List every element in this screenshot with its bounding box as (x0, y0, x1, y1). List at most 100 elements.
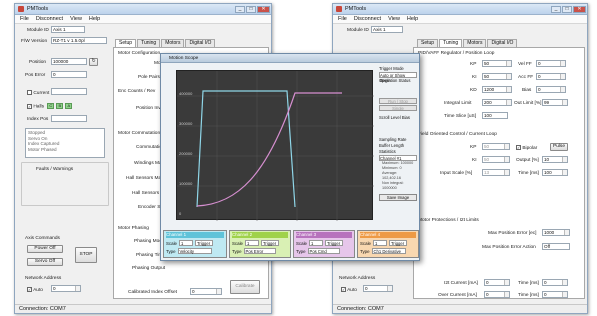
vel-ff-field[interactable]: 0 (536, 60, 566, 67)
axis-commands-label: Axis Commands (25, 236, 60, 241)
tab-tuning[interactable]: Tuning (439, 39, 463, 47)
scope-plot: 400000 300000 200000 100000 0 (176, 70, 374, 221)
scope-chart: 400000 300000 200000 100000 0 (177, 71, 374, 221)
channel-3-source[interactable]: Pos Cmd (307, 248, 340, 254)
input-scale-field[interactable]: 13 (482, 169, 510, 176)
channel-1-header: Channel 1 (166, 232, 224, 238)
left-menu-bar: File Disconnect View Help (15, 15, 271, 24)
over-current-field[interactable]: 0 (484, 291, 510, 298)
time-ms-field[interactable]: 100 (542, 169, 568, 176)
tab-motors[interactable]: Motors (463, 39, 487, 47)
channel-4-trigger[interactable]: Trigger (388, 240, 407, 246)
foc-kp-field[interactable]: 50 (482, 143, 510, 150)
halls-label: Halls (33, 104, 45, 110)
acc-ff-field[interactable]: 0 (536, 73, 566, 80)
out-limit-field[interactable]: 99 (542, 99, 568, 106)
current-checkbox[interactable]: Current (27, 90, 49, 96)
tab-motors[interactable]: Motors (161, 39, 185, 47)
hall-led-a: A (65, 103, 73, 109)
bipolar-checkbox[interactable]: ✓ Bipolar (516, 145, 537, 151)
kp-field[interactable]: 50 (482, 60, 512, 67)
index-pos-field (51, 115, 87, 122)
foc-ki-field[interactable]: 50 (482, 156, 510, 163)
time-slice-select[interactable]: 100 (482, 112, 508, 119)
minimize-icon[interactable]: _ (551, 5, 561, 13)
menu-disconnect[interactable]: Disconnect (354, 16, 381, 22)
scope-title-bar: Motion Scope (161, 54, 419, 63)
servo-off-button[interactable]: Servo Off (27, 258, 63, 266)
menu-help[interactable]: Help (89, 16, 100, 22)
channel-1-scale[interactable]: 1 (178, 240, 193, 246)
status-list: Stopped Servo On Index Captured Motor Ph… (25, 128, 105, 158)
menu-file[interactable]: File (20, 16, 29, 22)
channel-2-source[interactable]: Pos Error (243, 248, 276, 254)
network-address-field[interactable]: 0 (363, 285, 393, 292)
bipolar-label: Bipolar (522, 145, 538, 151)
max-pos-action-select[interactable]: Off (542, 243, 570, 250)
position-reset-button[interactable]: ↻ (89, 58, 98, 66)
single-button[interactable]: Single (379, 105, 417, 111)
channel-3-scale[interactable]: 1 (308, 240, 323, 246)
maximize-icon[interactable]: □ (246, 5, 256, 13)
menu-file[interactable]: File (338, 16, 347, 22)
ki-field[interactable]: 50 (482, 73, 512, 80)
run-stop-button[interactable]: Run / Stop (379, 98, 417, 104)
protections-title: Motor Protections / I2t Limits (418, 218, 479, 223)
auto-checkbox[interactable]: ✓ Auto (27, 287, 43, 293)
left-status-bar: Connection: COM7 (15, 304, 271, 313)
output-field[interactable]: 10 (542, 156, 568, 163)
channel-1-source[interactable]: Velocity (177, 248, 212, 254)
channel-2-scale[interactable]: 1 (244, 240, 259, 246)
module-id-select[interactable]: Axis 1 (371, 26, 403, 33)
bias-field[interactable]: 0 (536, 86, 566, 93)
save-image-button[interactable]: Save Image (379, 194, 417, 201)
channel-2-trigger[interactable]: Trigger (260, 240, 279, 246)
channel-2-panel: Channel 2 Scale 1 Trigger Type Pos Error (229, 230, 291, 258)
type-label: Type (296, 248, 306, 254)
max-pos-err-field[interactable]: 1000 (542, 229, 570, 236)
close-icon[interactable]: ✕ (573, 5, 586, 13)
kd-field[interactable]: 1200 (482, 86, 512, 93)
status-item: Motor Phased (28, 146, 57, 152)
network-address-field[interactable]: 0 (51, 285, 81, 292)
hall-sensors-map-label: Hall Sensors Map (126, 176, 164, 181)
menu-disconnect[interactable]: Disconnect (36, 16, 63, 22)
menu-help[interactable]: Help (407, 16, 418, 22)
tab-digital-io[interactable]: Digital I/O (185, 39, 216, 47)
tab-tuning[interactable]: Tuning (137, 39, 161, 47)
position-field: 100000 (51, 58, 87, 65)
tab-setup[interactable]: Setup (417, 39, 439, 47)
input-scale-label: Input Scale [%] (440, 171, 473, 176)
motion-scope-window: Motion Scope 400000 300000 200000 100000… (160, 53, 420, 261)
stop-button[interactable]: STOP (75, 247, 97, 263)
channel-4-scale[interactable]: 1 (372, 240, 387, 246)
calibrate-button[interactable]: Calibrate (230, 280, 260, 294)
halls-checkbox[interactable]: ✓ Halls CBA (27, 103, 73, 110)
tab-setup[interactable]: Setup (115, 39, 137, 47)
left-tab-strip: Setup Tuning Motors Digital I/O (115, 39, 216, 47)
module-id-select[interactable]: Axis 1 (51, 26, 85, 33)
channel-4-source[interactable]: Ch1 Derivative (371, 248, 406, 254)
close-icon[interactable]: ✕ (257, 5, 270, 13)
menu-view[interactable]: View (388, 16, 400, 22)
maximize-icon[interactable]: □ (562, 5, 572, 13)
pulse-button[interactable]: Pulse (550, 143, 568, 151)
channel-3-trigger[interactable]: Trigger (324, 240, 343, 246)
minimize-icon[interactable]: _ (235, 5, 245, 13)
halls-check-icon: ✓ (27, 103, 32, 109)
tab-digital-io[interactable]: Digital I/O (487, 39, 518, 47)
motor-config-label: Motor Configuration (118, 51, 161, 56)
power-off-button[interactable]: Power Off (27, 245, 63, 253)
integral-limit-label: Integral Limit (444, 101, 472, 106)
time-ms3-field[interactable]: 0 (542, 291, 568, 298)
time-ms2-field[interactable]: 0 (542, 279, 568, 286)
channel-1-trigger[interactable]: Trigger (194, 240, 213, 246)
calibrated-index-field[interactable]: 0 (190, 288, 222, 295)
auto-checkbox[interactable]: ✓ Auto (341, 287, 357, 293)
right-title-bar: PMTools _ □ ✕ (333, 4, 587, 15)
current-check-icon (27, 90, 32, 95)
menu-view[interactable]: View (70, 16, 82, 22)
integral-limit-field[interactable]: 200 (482, 99, 512, 106)
i2t-current-field[interactable]: 0 (484, 279, 510, 286)
y-tick: 300000 (179, 121, 193, 126)
